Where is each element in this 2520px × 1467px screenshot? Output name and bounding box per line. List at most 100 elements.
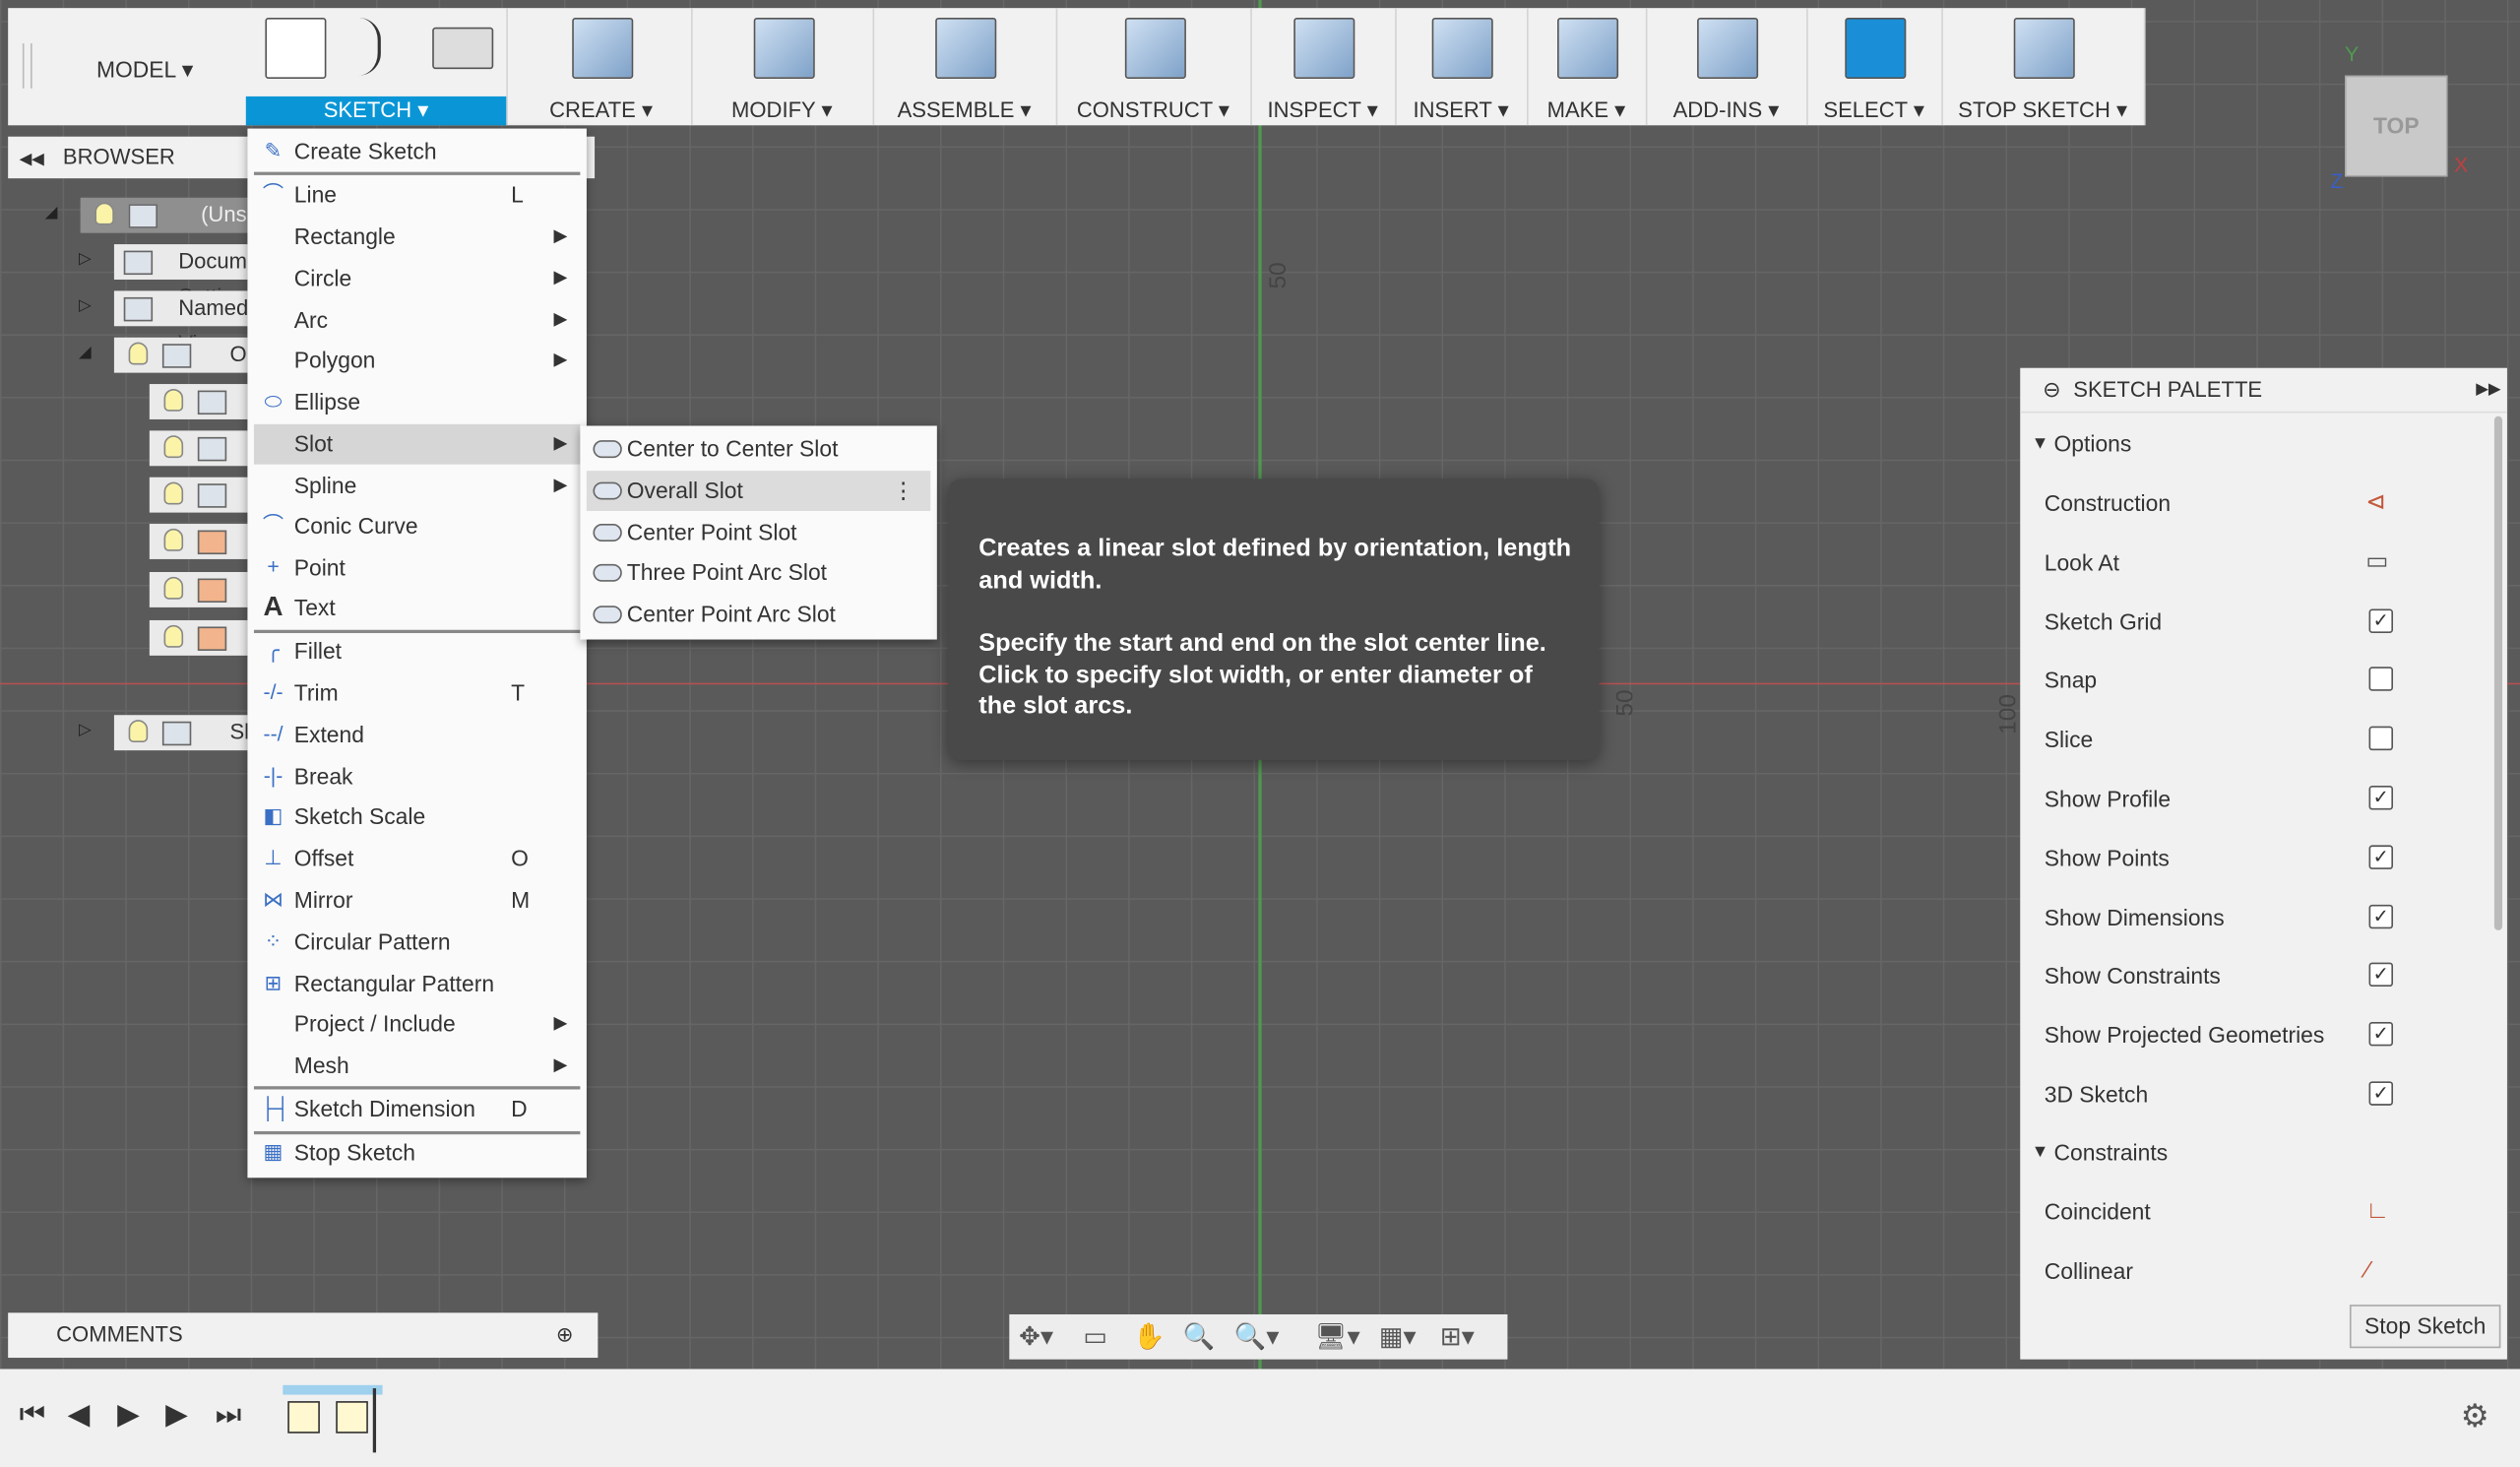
browser-tree-row[interactable] (149, 524, 248, 559)
browser-tree-row[interactable] (149, 430, 248, 467)
measure-icon[interactable] (1293, 17, 1355, 79)
palette-option-show-points[interactable]: Show Points ✓ (2020, 834, 2494, 882)
orbit-icon[interactable]: ✥▾ (1019, 1321, 1053, 1354)
toolbar-group-label[interactable]: MODIFY ▾ (691, 96, 872, 125)
submenu-item-center-to-center-slot[interactable]: Center to Center Slot (587, 429, 930, 470)
visibility-bulb-icon[interactable] (94, 202, 114, 225)
browser-tree-row[interactable]: Document Settings (113, 244, 278, 308)
toolbar-group-make[interactable]: MAKE ▾ (1527, 8, 1648, 126)
scripts-addins-icon[interactable] (1697, 17, 1759, 79)
menu-item-polygon[interactable]: Polygon ▶ (254, 341, 580, 381)
checkbox[interactable] (2368, 667, 2394, 692)
visibility-bulb-icon[interactable] (128, 720, 149, 742)
menu-item-spline[interactable]: Spline ▶ (254, 466, 580, 506)
palette-option-show-dimensions[interactable]: Show Dimensions ✓ (2020, 893, 2494, 941)
palette-option-snap[interactable]: Snap (2020, 656, 2494, 704)
checkbox[interactable]: ✓ (2368, 904, 2394, 928)
constraint-collinear[interactable]: Collinear ⁄ (2020, 1246, 2494, 1295)
stop-sketch-icon[interactable] (2013, 17, 2075, 79)
section-collapse-icon[interactable]: ▼ (2032, 1128, 2049, 1177)
sketch-palette-header[interactable]: ⊖ SKETCH PALETTE ▶▶ (2020, 368, 2507, 414)
menu-item-slot[interactable]: Slot ▶ (253, 423, 581, 465)
comments-panel[interactable]: COMMENTS ⊕ (8, 1312, 598, 1359)
menu-item-sketch-dimension[interactable]: ├┤ Sketch Dimension D (254, 1089, 580, 1129)
visibility-bulb-icon[interactable] (128, 342, 149, 365)
submenu-item-three-point-arc-slot[interactable]: Three Point Arc Slot (587, 553, 930, 594)
menu-item-circular-pattern[interactable]: ⁘ Circular Pattern (254, 923, 580, 963)
menu-item-trim[interactable]: -/- Trim T (254, 673, 580, 714)
menu-item-project-include[interactable]: Project / Include ▶ (254, 1004, 580, 1045)
sketch-feature-icon[interactable] (336, 1401, 368, 1434)
sketch-tools-icon[interactable] (265, 17, 327, 79)
sketch-feature-icon[interactable] (287, 1401, 320, 1434)
grid-settings-icon[interactable]: ▦▾ (1379, 1321, 1417, 1354)
checkbox[interactable] (2368, 726, 2394, 751)
line-tool-icon[interactable] (346, 17, 381, 76)
toolbar-group-construct[interactable]: CONSTRUCT ▾ (1056, 8, 1252, 126)
checkbox[interactable]: ✓ (2368, 963, 2394, 988)
menu-item-break[interactable]: -|- Break (254, 757, 580, 797)
visibility-bulb-icon[interactable] (163, 624, 184, 648)
palette-option-sketch-grid[interactable]: Sketch Grid ✓ (2020, 597, 2494, 645)
toolbar-group-create[interactable]: CREATE ▾ (511, 8, 693, 126)
menu-item-arc[interactable]: Arc ▶ (254, 300, 580, 341)
section-collapse-icon[interactable]: ▼ (2032, 419, 2049, 468)
expand-toggle-icon[interactable]: ▷ (79, 251, 92, 269)
expand-toggle-icon[interactable]: ▷ (79, 297, 92, 315)
palette-scrollbar[interactable] (2493, 415, 2503, 930)
palette-section-constraints[interactable]: ▼ Constraints (2020, 1128, 2494, 1177)
constraint-coincident[interactable]: Coincident ∟ (2020, 1187, 2494, 1236)
browser-tree-row[interactable]: Named Views (113, 290, 248, 355)
timeline-marker[interactable] (372, 1388, 377, 1453)
3d-print-icon[interactable] (1557, 17, 1619, 79)
menu-item-offset[interactable]: ⊥ Offset O (254, 839, 580, 879)
toolbar-group-label[interactable]: SELECT ▾ (1806, 96, 1941, 125)
look-at-icon[interactable]: ▭ (1083, 1321, 1107, 1354)
select-icon[interactable] (1845, 17, 1907, 79)
expand-toggle-icon[interactable]: ◢ (79, 344, 92, 361)
play-icon[interactable]: ▶ (117, 1398, 140, 1432)
menu-item-line[interactable]: ⌒ Line L (254, 175, 580, 216)
browser-tree-row[interactable] (149, 619, 248, 656)
more-options-icon[interactable]: ⋮ (892, 471, 914, 511)
toolbar-group-label[interactable]: ADD-INS ▾ (1646, 96, 1806, 125)
insert-canvas-icon[interactable] (1431, 17, 1493, 79)
menu-item-rectangular-pattern[interactable]: ⊞ Rectangular Pattern (254, 964, 580, 1004)
expand-toggle-icon[interactable]: ◢ (45, 204, 58, 222)
menu-item-sketch-scale[interactable]: ◧ Sketch Scale (254, 797, 580, 837)
visibility-bulb-icon[interactable] (163, 435, 184, 459)
toolbar-group-label[interactable]: SKETCH ▾ (245, 96, 507, 126)
visibility-bulb-icon[interactable] (163, 388, 184, 412)
expand-palette-icon[interactable]: ▶▶ (2476, 368, 2500, 412)
palette-option-show-constraints[interactable]: Show Constraints ✓ (2020, 952, 2494, 1000)
toolbar-group-select[interactable]: SELECT ▾ (1806, 8, 1943, 126)
toolbar-group-label[interactable]: CREATE ▾ (511, 96, 691, 125)
toolbar-group-insert[interactable]: INSERT ▾ (1395, 8, 1529, 126)
menu-item-rectangle[interactable]: Rectangle ▶ (254, 217, 580, 257)
toolbar-group-modify[interactable]: MODIFY ▾ (691, 8, 875, 126)
toolbar-group-add-ins[interactable]: ADD-INS ▾ (1646, 8, 1808, 126)
toolbar-group-inspect[interactable]: INSPECT ▾ (1250, 8, 1397, 126)
toolbar-group-stop[interactable]: STOP SKETCH ▾ (1941, 8, 2146, 126)
palette-section-options[interactable]: ▼ Options (2020, 419, 2494, 468)
add-comment-icon[interactable]: ⊕ (556, 1312, 574, 1358)
palette-option-construction[interactable]: Construction ⊲ (2020, 478, 2494, 527)
menu-item-ellipse[interactable]: ⬭ Ellipse (254, 382, 580, 422)
palette-option-3d-sketch[interactable]: 3D Sketch ✓ (2020, 1070, 2494, 1118)
palette-option-show-profile[interactable]: Show Profile ✓ (2020, 775, 2494, 823)
submenu-item-center-point-slot[interactable]: Center Point Slot (587, 512, 930, 552)
toolbar-group-label[interactable]: CONSTRUCT ▾ (1056, 96, 1251, 125)
toolbar-group-label[interactable]: INSPECT ▾ (1250, 96, 1395, 125)
new-component-icon[interactable] (935, 17, 997, 79)
checkbox[interactable]: ✓ (2368, 1022, 2394, 1047)
menu-item-conic-curve[interactable]: ⌒ Conic Curve (254, 506, 580, 546)
step-back-icon[interactable]: ◀︎ (68, 1398, 91, 1432)
step-forward-icon[interactable]: ▶︎ (165, 1398, 188, 1432)
checkbox[interactable]: ✓ (2368, 845, 2394, 869)
palette-option-slice[interactable]: Slice (2020, 716, 2494, 764)
collapse-browser-icon[interactable]: ◀◀ (20, 151, 44, 168)
pan-icon[interactable]: ✋ (1133, 1321, 1166, 1354)
collinear-icon[interactable]: ⁄ (2365, 1246, 2369, 1295)
coincident-icon[interactable]: ∟ (2365, 1187, 2389, 1236)
toolbar-group-label[interactable]: ASSEMBLE ▾ (873, 96, 1056, 125)
